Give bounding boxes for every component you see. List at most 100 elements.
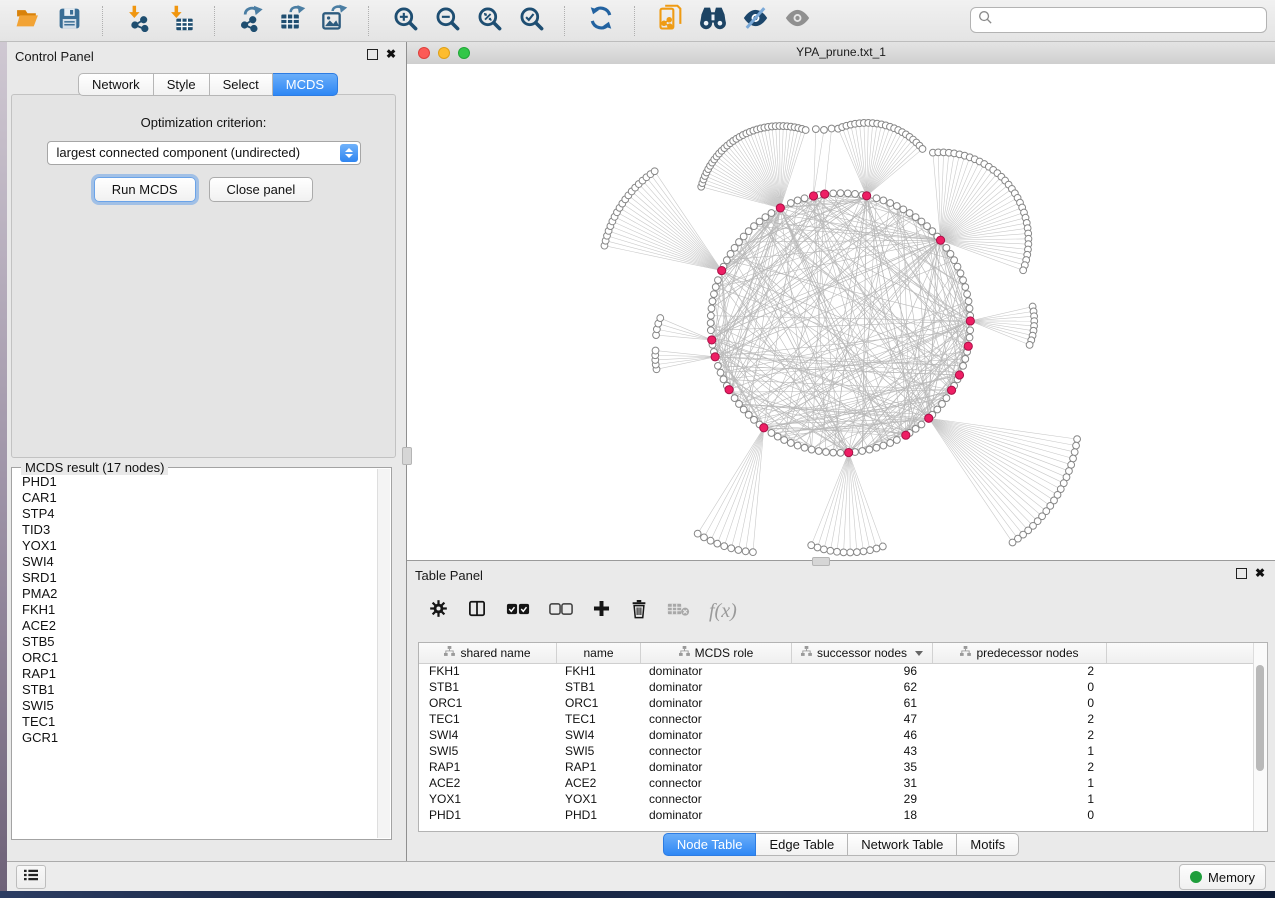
- table-cell[interactable]: STB1: [557, 679, 641, 695]
- table-row[interactable]: RAP1RAP1dominator352: [419, 759, 1254, 775]
- mcds-node-srd1[interactable]: SRD1: [22, 570, 378, 586]
- tab-node-table[interactable]: Node Table: [663, 833, 757, 856]
- table-cell[interactable]: connector: [641, 711, 792, 727]
- table-scrollbar[interactable]: [1253, 643, 1267, 831]
- table-cell[interactable]: 47: [792, 711, 933, 727]
- tab-mcds[interactable]: MCDS: [273, 73, 338, 96]
- table-row[interactable]: STB1STB1dominator620: [419, 679, 1254, 695]
- table-cell[interactable]: YOX1: [557, 791, 641, 807]
- share-network-button[interactable]: [656, 6, 686, 36]
- table-cell[interactable]: ORC1: [419, 695, 557, 711]
- table-cell[interactable]: TEC1: [557, 711, 641, 727]
- apply-layout-button[interactable]: [586, 6, 616, 36]
- mcds-node-pma2[interactable]: PMA2: [22, 586, 378, 602]
- table-cell[interactable]: SWI5: [419, 743, 557, 759]
- chevron-down-icon[interactable]: [915, 651, 923, 656]
- zoom-out-button[interactable]: [432, 6, 462, 36]
- table-scrollbar-thumb[interactable]: [1256, 665, 1264, 771]
- zoom-selected-button[interactable]: [516, 6, 546, 36]
- show-columns-button[interactable]: [467, 599, 487, 623]
- tab-select[interactable]: Select: [210, 73, 273, 96]
- search-box[interactable]: [970, 7, 1267, 33]
- result-scrollbar[interactable]: [377, 469, 390, 838]
- export-network-button[interactable]: [236, 6, 266, 36]
- maximize-window-icon[interactable]: [458, 47, 470, 59]
- table-row[interactable]: ACE2ACE2connector311: [419, 775, 1254, 791]
- import-network-button[interactable]: [124, 6, 154, 36]
- mcds-node-car1[interactable]: CAR1: [22, 490, 378, 506]
- memory-button[interactable]: Memory: [1179, 864, 1266, 890]
- mcds-node-tid3[interactable]: TID3: [22, 522, 378, 538]
- table-row[interactable]: FKH1FKH1dominator962: [419, 663, 1254, 679]
- table-cell[interactable]: YOX1: [419, 791, 557, 807]
- table-row[interactable]: PHD1PHD1dominator180: [419, 807, 1254, 823]
- column-header-name[interactable]: name: [557, 643, 641, 663]
- hide-selected-button[interactable]: [740, 6, 770, 36]
- delete-column-button[interactable]: [630, 599, 648, 624]
- import-table-button[interactable]: [166, 6, 196, 36]
- table-cell[interactable]: STB1: [419, 679, 557, 695]
- table-cell[interactable]: 43: [792, 743, 933, 759]
- select-all-button[interactable]: [506, 602, 530, 621]
- network-graph[interactable]: [407, 64, 1275, 560]
- network-titlebar[interactable]: YPA_prune.txt_1: [407, 42, 1275, 65]
- table-cell[interactable]: FKH1: [557, 663, 641, 679]
- table-cell[interactable]: 31: [792, 775, 933, 791]
- table-cell[interactable]: 46: [792, 727, 933, 743]
- table-cell[interactable]: 2: [933, 759, 1107, 775]
- table-cell[interactable]: 29: [792, 791, 933, 807]
- table-cell[interactable]: PHD1: [419, 807, 557, 823]
- run-mcds-button[interactable]: Run MCDS: [94, 177, 196, 202]
- table-cell[interactable]: 18: [792, 807, 933, 823]
- tab-edge-table[interactable]: Edge Table: [756, 833, 848, 856]
- table-cell[interactable]: RAP1: [557, 759, 641, 775]
- table-cell[interactable]: FKH1: [419, 663, 557, 679]
- table-cell[interactable]: 61: [792, 695, 933, 711]
- table-settings-button[interactable]: [429, 599, 448, 623]
- search-input[interactable]: [998, 12, 1266, 29]
- show-all-button[interactable]: [782, 6, 812, 36]
- mcds-node-stb5[interactable]: STB5: [22, 634, 378, 650]
- horizontal-splitter-handle[interactable]: [812, 557, 830, 566]
- table-row[interactable]: YOX1YOX1connector291: [419, 791, 1254, 807]
- mcds-node-orc1[interactable]: ORC1: [22, 650, 378, 666]
- export-table-button[interactable]: [278, 6, 308, 36]
- table-row[interactable]: TEC1TEC1connector472: [419, 711, 1254, 727]
- close-panel-button[interactable]: Close panel: [209, 177, 314, 202]
- mcds-node-yox1[interactable]: YOX1: [22, 538, 378, 554]
- table-cell[interactable]: 1: [933, 775, 1107, 791]
- float-panel-icon[interactable]: [1236, 568, 1247, 579]
- tab-style[interactable]: Style: [154, 73, 210, 96]
- table-cell[interactable]: connector: [641, 775, 792, 791]
- column-header-shared-name[interactable]: shared name: [419, 643, 557, 663]
- table-cell[interactable]: 1: [933, 743, 1107, 759]
- find-button[interactable]: [698, 6, 728, 36]
- add-column-button[interactable]: [592, 599, 611, 623]
- table-cell[interactable]: dominator: [641, 679, 792, 695]
- close-window-icon[interactable]: [418, 47, 430, 59]
- table-row[interactable]: SWI5SWI5connector431: [419, 743, 1254, 759]
- zoom-fit-button[interactable]: [474, 6, 504, 36]
- table-cell[interactable]: dominator: [641, 663, 792, 679]
- close-panel-icon[interactable]: ✖: [386, 49, 396, 60]
- table-cell[interactable]: 2: [933, 711, 1107, 727]
- table-cell[interactable]: 35: [792, 759, 933, 775]
- float-panel-icon[interactable]: [367, 49, 378, 60]
- table-cell[interactable]: dominator: [641, 807, 792, 823]
- table-cell[interactable]: ACE2: [557, 775, 641, 791]
- mcds-node-ace2[interactable]: ACE2: [22, 618, 378, 634]
- table-cell[interactable]: dominator: [641, 727, 792, 743]
- table-cell[interactable]: PHD1: [557, 807, 641, 823]
- mcds-node-gcr1[interactable]: GCR1: [22, 730, 378, 746]
- table-cell[interactable]: 0: [933, 679, 1107, 695]
- table-cell[interactable]: connector: [641, 791, 792, 807]
- table-row[interactable]: ORC1ORC1dominator610: [419, 695, 1254, 711]
- column-header-successor-nodes[interactable]: successor nodes: [792, 643, 933, 663]
- mcds-node-swi4[interactable]: SWI4: [22, 554, 378, 570]
- mcds-node-rap1[interactable]: RAP1: [22, 666, 378, 682]
- table-cell[interactable]: dominator: [641, 759, 792, 775]
- table-cell[interactable]: RAP1: [419, 759, 557, 775]
- table-cell[interactable]: ORC1: [557, 695, 641, 711]
- save-session-button[interactable]: [54, 6, 84, 36]
- mcds-node-fkh1[interactable]: FKH1: [22, 602, 378, 618]
